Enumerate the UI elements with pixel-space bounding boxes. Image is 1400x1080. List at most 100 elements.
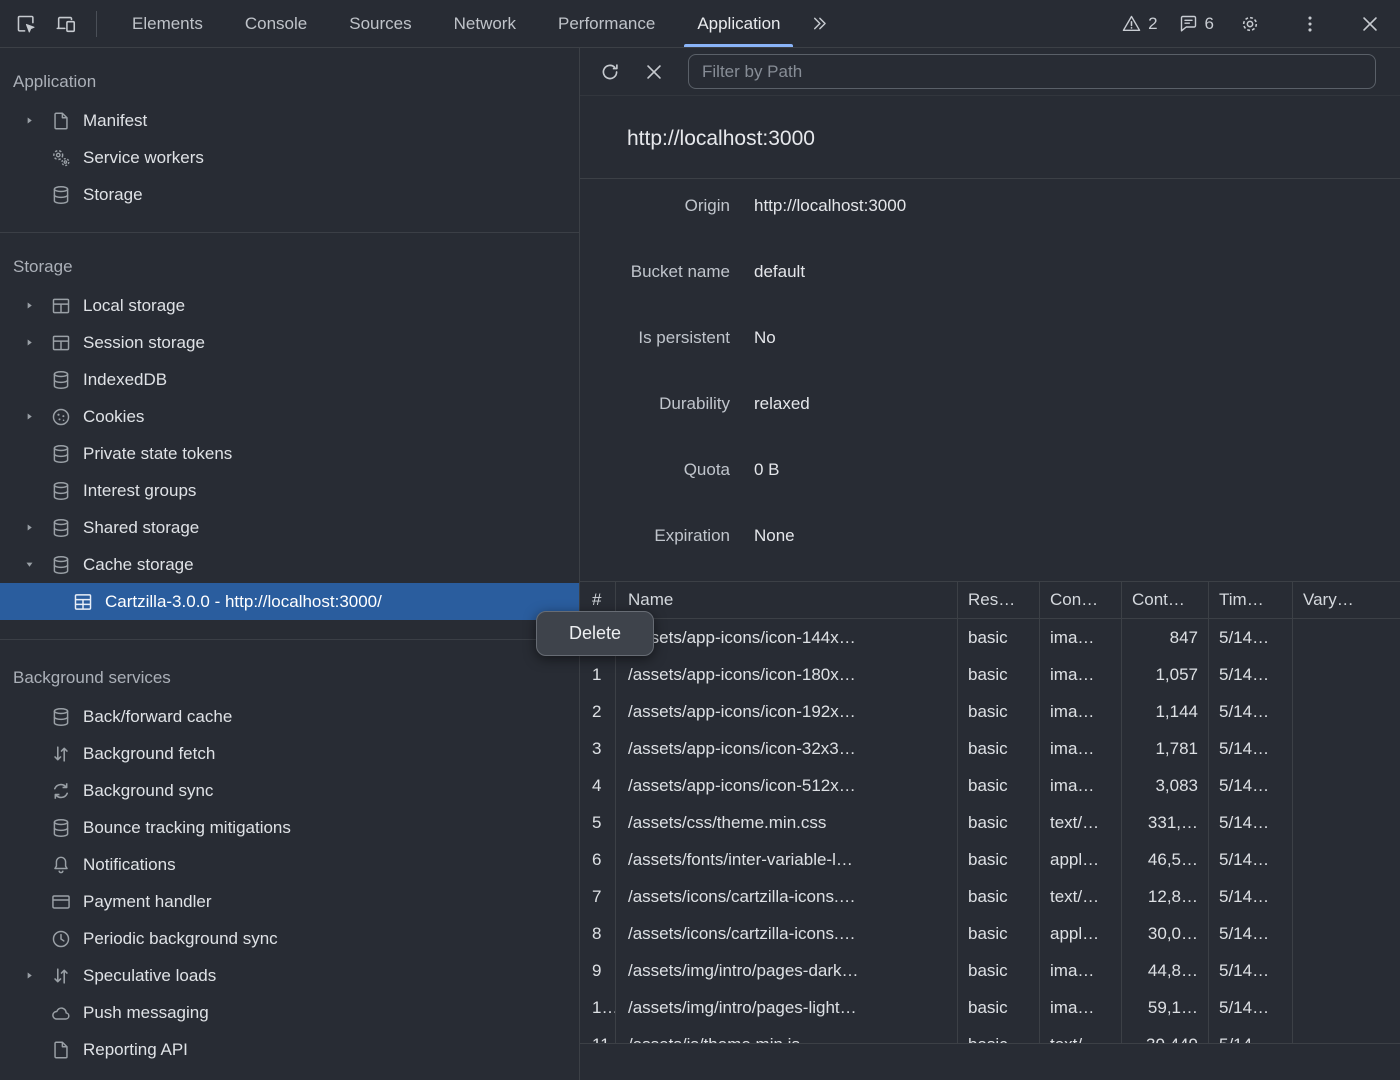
table-icon: [72, 591, 94, 613]
tab-sources[interactable]: Sources: [328, 0, 432, 47]
sidebar-item-storage[interactable]: Storage: [0, 176, 579, 213]
tab-performance[interactable]: Performance: [537, 0, 676, 47]
device-toolbar-icon[interactable]: [50, 8, 82, 40]
cell-response-type: basic: [958, 730, 1040, 767]
sidebar-item-label: Speculative loads: [83, 966, 216, 986]
column-header-content-length[interactable]: Cont…: [1122, 582, 1209, 618]
application-sidebar: Application Manifest Service workers Sto…: [0, 48, 580, 1080]
clock-icon: [50, 928, 72, 950]
cell-content-type: ima…: [1040, 989, 1122, 1026]
sidebar-item-cookies[interactable]: Cookies: [0, 398, 579, 435]
cell-time-cached: 5/14…: [1209, 841, 1293, 878]
column-header-content-type[interactable]: Con…: [1040, 582, 1122, 618]
sidebar-item-back-forward-cache[interactable]: Back/forward cache: [0, 698, 579, 735]
chevron-right-icon[interactable]: [24, 337, 50, 348]
meta-value: No: [754, 328, 776, 348]
cell-content-length: 3,083: [1122, 767, 1209, 804]
cell-time-cached: 5/14…: [1209, 693, 1293, 730]
sidebar-item-label: IndexedDB: [83, 370, 167, 390]
sidebar-item-payment-handler[interactable]: Payment handler: [0, 883, 579, 920]
issues-badge[interactable]: 6: [1178, 13, 1214, 34]
filter-by-path-input[interactable]: [688, 54, 1376, 89]
meta-value: http://localhost:3000: [754, 196, 906, 216]
delete-menu-item[interactable]: Delete: [569, 623, 621, 644]
table-row[interactable]: 2 /assets/app-icons/icon-192x… basic ima…: [580, 693, 1400, 730]
cell-name: /assets/img/intro/pages-light…: [616, 989, 958, 1026]
tab-network[interactable]: Network: [433, 0, 537, 47]
chevron-right-icon[interactable]: [24, 522, 50, 533]
sidebar-item-bounce-tracking-mitigations[interactable]: Bounce tracking mitigations: [0, 809, 579, 846]
table-row[interactable]: 3 /assets/app-icons/icon-32x3… basic ima…: [580, 730, 1400, 767]
tab-elements[interactable]: Elements: [111, 0, 224, 47]
cell-content-type: ima…: [1040, 952, 1122, 989]
sidebar-item-indexeddb[interactable]: IndexedDB: [0, 361, 579, 398]
tab-console[interactable]: Console: [224, 0, 328, 47]
sidebar-item-reporting-api[interactable]: Reporting API: [0, 1031, 579, 1068]
table-row[interactable]: 1… /assets/img/intro/pages-light… basic …: [580, 989, 1400, 1026]
sidebar-item-interest-groups[interactable]: Interest groups: [0, 472, 579, 509]
sidebar-item-periodic-background-sync[interactable]: Periodic background sync: [0, 920, 579, 957]
column-header-response-type[interactable]: Res…: [958, 582, 1040, 618]
chevron-down-icon[interactable]: [24, 559, 50, 570]
section-title: Application: [13, 72, 96, 92]
cell-vary-header: [1293, 804, 1400, 841]
close-icon[interactable]: [1354, 8, 1386, 40]
inspect-icon[interactable]: [10, 8, 42, 40]
table-row[interactable]: 7 /assets/icons/cartzilla-icons.… basic …: [580, 878, 1400, 915]
warnings-badge[interactable]: 2: [1121, 13, 1157, 34]
chevron-right-icon[interactable]: [24, 115, 50, 126]
clear-icon[interactable]: [638, 56, 670, 88]
meta-label: Is persistent: [580, 328, 730, 348]
sidebar-item-manifest[interactable]: Manifest: [0, 102, 579, 139]
cell-content-type: ima…: [1040, 656, 1122, 693]
sidebar-item-notifications[interactable]: Notifications: [0, 846, 579, 883]
table-icon: [50, 332, 72, 354]
cell-response-type: basic: [958, 989, 1040, 1026]
sidebar-item-background-sync[interactable]: Background sync: [0, 772, 579, 809]
column-header-name[interactable]: Name: [616, 582, 958, 618]
cell-name: /assets/app-icons/icon-512x…: [616, 767, 958, 804]
database-icon: [50, 443, 72, 465]
chevron-right-icon[interactable]: [24, 300, 50, 311]
refresh-icon[interactable]: [594, 56, 626, 88]
kebab-menu-icon[interactable]: [1294, 8, 1326, 40]
sidebar-item-push-messaging[interactable]: Push messaging: [0, 994, 579, 1031]
cell-vary-header: [1293, 952, 1400, 989]
sidebar-item-cache-storage[interactable]: Cache storage: [0, 546, 579, 583]
table-row[interactable]: 4 /assets/app-icons/icon-512x… basic ima…: [580, 767, 1400, 804]
sidebar-item-private-state-tokens[interactable]: Private state tokens: [0, 435, 579, 472]
warning-count: 2: [1148, 14, 1157, 34]
chevron-right-icon[interactable]: [24, 970, 50, 981]
cell-content-length: 30,0…: [1122, 915, 1209, 952]
table-row[interactable]: 9 /assets/img/intro/pages-dark… basic im…: [580, 952, 1400, 989]
table-row[interactable]: 8 /assets/icons/cartzilla-icons.… basic …: [580, 915, 1400, 952]
toolbar-separator: [96, 11, 97, 37]
table-row[interactable]: 1 /assets/app-icons/icon-180x… basic ima…: [580, 656, 1400, 693]
sidebar-item-label: Interest groups: [83, 481, 196, 501]
more-tabs-icon[interactable]: [803, 8, 835, 40]
cell-time-cached: 5/14…: [1209, 767, 1293, 804]
sidebar-item-label: Storage: [83, 185, 143, 205]
settings-gear-icon[interactable]: [1234, 8, 1266, 40]
sidebar-item-speculative-loads[interactable]: Speculative loads: [0, 957, 579, 994]
issues-count: 6: [1205, 14, 1214, 34]
cell-content-type: ima…: [1040, 619, 1122, 656]
sidebar-item-label: Bounce tracking mitigations: [83, 818, 291, 838]
table-row[interactable]: 5 /assets/css/theme.min.css basic text/……: [580, 804, 1400, 841]
table-row[interactable]: 0 /assets/app-icons/icon-144x… basic ima…: [580, 619, 1400, 656]
table-row[interactable]: 6 /assets/fonts/inter-variable-l… basic …: [580, 841, 1400, 878]
sidebar-item-session-storage[interactable]: Session storage: [0, 324, 579, 361]
cell-vary-header: [1293, 989, 1400, 1026]
column-header-vary[interactable]: Vary…: [1293, 582, 1400, 618]
sidebar-item-shared-storage[interactable]: Shared storage: [0, 509, 579, 546]
tab-application[interactable]: Application: [676, 0, 801, 47]
cell-response-type: basic: [958, 841, 1040, 878]
sidebar-item-service-workers[interactable]: Service workers: [0, 139, 579, 176]
chevron-right-icon[interactable]: [24, 411, 50, 422]
sidebar-item-local-storage[interactable]: Local storage: [0, 287, 579, 324]
column-header-time-cached[interactable]: Tim…: [1209, 582, 1293, 618]
sidebar-item-label: Background fetch: [83, 744, 215, 764]
sidebar-item-cartzilla-cache[interactable]: Cartzilla-3.0.0 - http://localhost:3000/: [0, 583, 579, 620]
sidebar-item-background-fetch[interactable]: Background fetch: [0, 735, 579, 772]
panel-footer: [580, 1043, 1400, 1080]
